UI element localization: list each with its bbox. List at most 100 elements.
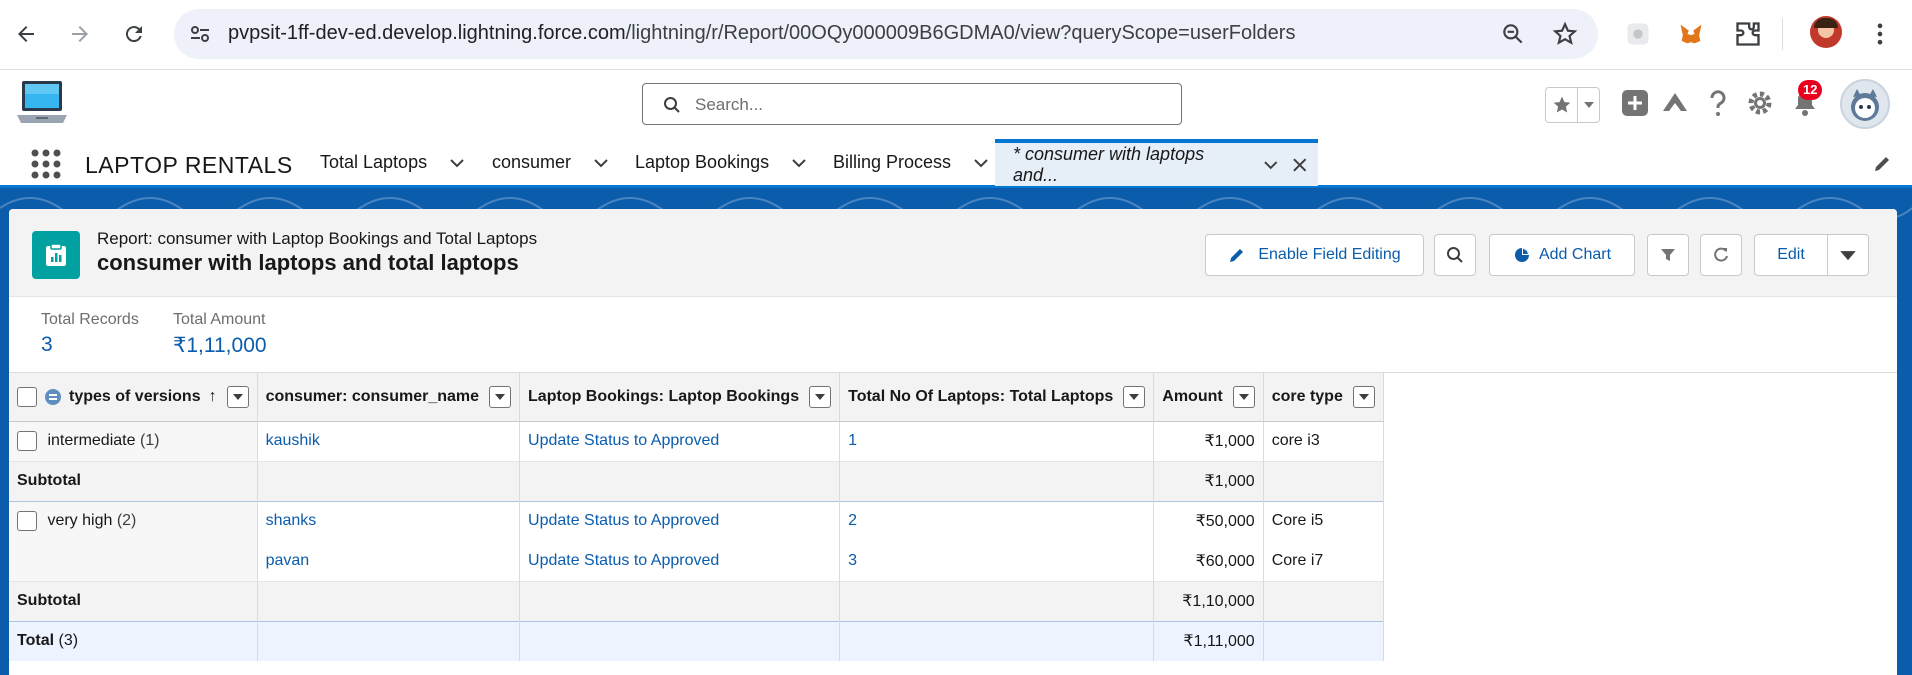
extension-icon[interactable] — [1624, 20, 1652, 48]
guidance-center-button[interactable] — [1660, 88, 1690, 118]
amount-cell: ₹1,000 — [1153, 421, 1264, 461]
address-bar[interactable]: pvpsit-1ff-dev-ed.develop.lightning.forc… — [174, 9, 1598, 59]
total-laptops-link[interactable]: 3 — [839, 541, 1155, 581]
booking-link[interactable]: Update Status to Approved — [519, 541, 841, 581]
tab-consumer[interactable]: consumer — [492, 140, 609, 185]
column-header-laptop-bookings[interactable]: Laptop Bookings: Laptop Bookings — [519, 373, 841, 422]
search-icon — [1447, 247, 1463, 263]
booking-link[interactable]: Update Status to Approved — [519, 500, 841, 541]
group-checkbox[interactable] — [17, 431, 37, 451]
consumer-name-link[interactable]: kaushik — [257, 421, 521, 461]
reload-button[interactable] — [117, 17, 151, 51]
favorite-star-icon — [1553, 96, 1570, 113]
laptop-app-logo[interactable] — [14, 77, 70, 133]
help-button[interactable] — [1703, 88, 1733, 118]
tab-billing-process[interactable]: Billing Process — [833, 140, 989, 185]
metamask-fox-icon[interactable] — [1677, 20, 1705, 48]
total-amount: ₹1,11,000 — [1153, 620, 1264, 661]
browser-profile-avatar[interactable] — [1810, 16, 1842, 48]
app-navigation-bar: LAPTOP RENTALS Total Laptops consumer La… — [0, 139, 1912, 188]
column-header-amount[interactable]: Amount — [1153, 373, 1264, 422]
tab-total-laptops[interactable]: Total Laptops — [320, 140, 465, 185]
amount-cell: ₹50,000 — [1153, 500, 1264, 541]
group-checkbox[interactable] — [17, 510, 37, 531]
empty-cell — [257, 620, 521, 661]
column-header-consumer-name[interactable]: consumer: consumer_name — [257, 373, 521, 422]
edit-button-group: Edit — [1754, 234, 1869, 276]
tab-label: consumer — [492, 152, 572, 172]
refresh-button[interactable] — [1700, 234, 1742, 276]
total-records-label: Total Records — [41, 311, 139, 328]
forward-button[interactable] — [63, 17, 97, 51]
chevron-down-icon[interactable] — [791, 155, 807, 171]
favorites-button[interactable] — [1546, 88, 1578, 122]
group-count: (1) — [139, 432, 160, 450]
column-header-total-laptops[interactable]: Total No Of Laptops: Total Laptops — [839, 373, 1155, 422]
column-label: Amount — [1162, 387, 1223, 405]
total-laptops-link[interactable]: 1 — [839, 421, 1155, 461]
column-menu-button[interactable] — [489, 385, 512, 408]
column-menu-button[interactable] — [1123, 385, 1146, 408]
app-launcher-icon[interactable] — [30, 148, 62, 180]
favorites-group[interactable] — [1545, 87, 1600, 123]
search-report-button[interactable] — [1434, 234, 1476, 276]
booking-link[interactable]: Update Status to Approved — [519, 421, 841, 461]
column-menu-button[interactable] — [1352, 385, 1375, 408]
column-menu-button[interactable] — [1232, 385, 1255, 408]
total-label-cell: Total (3) — [9, 620, 258, 661]
subtotal-label: Subtotal — [9, 460, 258, 501]
back-button[interactable] — [9, 17, 43, 51]
global-actions-button[interactable] — [1620, 88, 1650, 118]
chevron-down-icon — [232, 393, 243, 400]
refresh-icon — [1714, 247, 1728, 262]
chevron-down-icon[interactable] — [1263, 157, 1279, 173]
bookmark-star-icon[interactable] — [1552, 21, 1578, 47]
core-type-cell: Core i7 — [1263, 541, 1384, 581]
total-amount-value: ₹1,11,000 — [173, 334, 267, 357]
chevron-down-icon[interactable] — [449, 155, 465, 171]
forward-arrow-icon — [72, 26, 88, 42]
column-menu-button[interactable] — [809, 385, 832, 408]
total-laptops-link[interactable]: 2 — [839, 500, 1155, 541]
consumer-name-link[interactable]: shanks — [257, 500, 521, 541]
chevron-down-icon[interactable] — [593, 155, 609, 171]
chevron-down-icon[interactable] — [973, 155, 989, 171]
chevron-down-icon — [1238, 393, 1249, 400]
user-avatar[interactable] — [1840, 79, 1890, 129]
edit-nav-pencil-icon[interactable] — [1872, 154, 1892, 174]
group-cell: intermediate (1) — [9, 421, 258, 461]
column-header-core-type[interactable]: core type — [1263, 373, 1384, 422]
setup-button[interactable] — [1745, 88, 1775, 118]
group-icon — [45, 388, 61, 405]
favorites-list-button[interactable] — [1578, 88, 1599, 122]
edit-button[interactable]: Edit — [1755, 246, 1827, 264]
chevron-down-icon — [1840, 251, 1856, 261]
select-all-checkbox[interactable] — [17, 386, 37, 407]
tab-current-report[interactable]: * consumer with laptops and... — [995, 139, 1318, 186]
column-header-types-of-versions[interactable]: types of versions ↑ — [9, 373, 258, 422]
column-label: Total No Of Laptops: Total Laptops — [848, 387, 1114, 405]
table-header-row: types of versions ↑ consumer: consumer_n… — [9, 373, 1384, 422]
close-icon[interactable] — [1292, 157, 1308, 173]
zoom-icon[interactable] — [1500, 21, 1526, 47]
total-amount-label: Total Amount — [173, 311, 266, 328]
site-info-icon[interactable] — [188, 22, 212, 46]
tab-laptop-bookings[interactable]: Laptop Bookings — [635, 140, 807, 185]
consumer-name-link[interactable]: pavan — [257, 541, 521, 581]
subtotal-amount: ₹1,000 — [1153, 460, 1264, 501]
button-label: Enable Field Editing — [1258, 246, 1401, 263]
extensions-puzzle-icon[interactable] — [1734, 20, 1762, 48]
chevron-down-icon — [815, 393, 826, 400]
global-search[interactable]: Search... — [642, 83, 1182, 125]
column-menu-button[interactable] — [226, 385, 249, 408]
url-text: pvpsit-1ff-dev-ed.develop.lightning.forc… — [228, 22, 1296, 44]
enable-field-editing-button[interactable]: Enable Field Editing — [1205, 234, 1424, 276]
add-chart-button[interactable]: Add Chart — [1489, 234, 1635, 276]
edit-menu-button[interactable] — [1828, 246, 1868, 264]
browser-menu-icon[interactable] — [1866, 20, 1894, 48]
group-count: (2) — [116, 511, 137, 529]
group-label: very high — [47, 511, 113, 529]
total-records-value: 3 — [41, 333, 53, 356]
filter-button[interactable] — [1647, 234, 1689, 276]
total-label: Total — [17, 632, 55, 650]
